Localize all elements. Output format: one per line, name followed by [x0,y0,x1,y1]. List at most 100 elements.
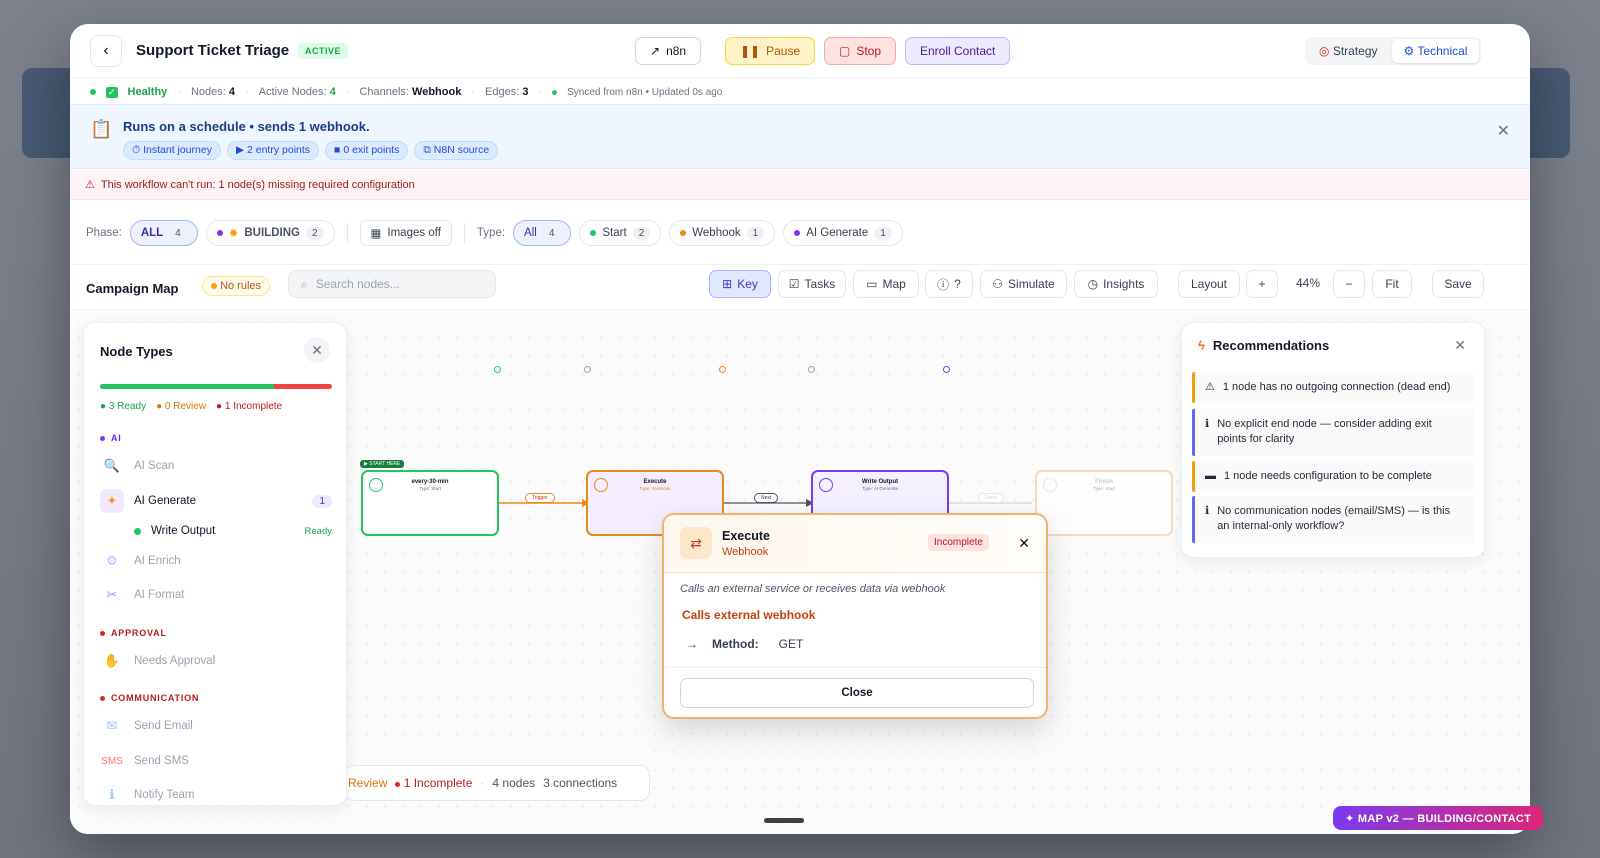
enroll-contact-button[interactable]: Enroll Contact [905,37,1011,65]
zoom-in-button[interactable]: + [1246,270,1278,298]
summary-banner: 📋 Runs on a schedule • sends 1 webhook. … [70,104,1530,169]
tab-strategy[interactable]: ◎ Strategy [1307,39,1390,63]
key-button[interactable]: ⊞ Key [709,270,771,298]
type-filter-webhook[interactable]: Webhook 1 [669,220,776,246]
close-popup-icon[interactable]: ✕ [1018,535,1030,552]
help-label: ? [954,277,961,291]
drag-handle[interactable] [764,818,804,823]
flow-node-type: Type: Webhook [639,486,671,491]
flow-node-finish[interactable]: Finish Type: Start [1035,470,1173,536]
external-link-icon: ↗ [650,44,661,58]
fit-button[interactable]: Fit [1372,270,1412,298]
enrich-icon: ⚙ [106,553,118,568]
node-type-needs-approval[interactable]: ✋ Needs Approval [100,648,332,674]
save-button[interactable]: Save [1432,270,1484,298]
open-n8n-button[interactable]: ↗ n8n [635,37,702,65]
phase-all-label: ALL [140,227,164,239]
type-filter-ai-generate[interactable]: AI Generate 1 [783,220,903,246]
close-node-types-button[interactable]: ✕ [304,337,330,363]
scan-icon: 🔍 [103,458,121,473]
legend-ready: ● 3 Ready [100,401,147,412]
node-type-count: 1 [312,494,332,508]
warning-text: This workflow can't run: 1 node(s) missi… [100,178,415,191]
node-write-output[interactable]: Write Output Ready [100,518,332,544]
stop-button[interactable]: ▢ Stop [824,37,897,65]
node-type-send-email[interactable]: ✉ Send Email [100,713,332,739]
pause-icon: ❚❚ [740,44,761,58]
edge-label-next: Next [754,493,779,503]
enroll-contact-label: Enroll Contact [920,44,996,58]
start-here-tag: ▶ START HERE [360,460,405,468]
node-type-ai-generate[interactable]: ✦ AI Generate 1 [100,488,332,514]
chevron-left-icon: ‹ [103,42,109,59]
flow-node-every-30-min[interactable]: every-30-min Type: Start [361,470,499,536]
node-type-ai-enrich[interactable]: ⚙ AI Enrich [100,548,332,574]
help-icon: ⓘ [937,277,950,292]
popup-node-name: Execute [722,529,770,543]
phase-filter-building[interactable]: ✸ BUILDING 2 [205,220,335,246]
pause-button[interactable]: ❚❚ Pause [725,37,816,65]
recommendation-item[interactable]: ▬ 1 node needs configuration to be compl… [1192,461,1474,493]
zoom-out-button[interactable]: − [1333,270,1365,298]
map-toolbar: Campaign Map No rules ⌕ Search nodes... … [70,264,1530,310]
node-type-ai-format[interactable]: ✂ AI Format [100,582,332,608]
close-recommendations-icon[interactable]: ✕ [1454,337,1466,354]
map-summary-bar: 0 Review 1 Incomplete · 4 nodes 3 connec… [338,765,650,801]
recommendation-item[interactable]: ℹ No communication nodes (email/SMS) — i… [1192,496,1474,543]
recommendation-item[interactable]: ⚠ 1 node has no outgoing connection (dea… [1192,372,1474,404]
tab-technical-label: Technical [1417,44,1468,58]
lane-dot-icon [943,366,950,373]
flow-node-name: Finish [1095,479,1113,485]
help-button[interactable]: ⓘ? [925,270,973,298]
layout-label: Layout [1190,277,1228,291]
type-start-label: Start [602,227,627,239]
type-filter-start[interactable]: Start 2 [579,220,662,246]
sync-status: Synced from n8n • Updated 0s ago [567,86,723,98]
flow-node-type: Type: AI Generate [861,486,899,491]
recommendation-item[interactable]: ℹ No explicit end node — consider adding… [1192,409,1474,456]
info-icon: ℹ [1205,418,1210,430]
simulate-button[interactable]: ⚇ Simulate [980,270,1067,298]
popup-headline: Calls external webhook [682,608,816,622]
node-type-ai-scan[interactable]: 🔍 AI Scan [100,453,332,479]
type-filter-all[interactable]: All 4 [513,220,572,246]
search-nodes-input[interactable]: ⌕ Search nodes... [288,270,496,298]
type-ai-generate-label: AI Generate [806,227,869,239]
campaign-map-title: Campaign Map [86,281,179,296]
node-type-notify-team[interactable]: ℹ Notify Team [100,782,332,805]
phase-building-label: BUILDING [244,227,300,239]
phase-all-count: 4 [169,226,187,240]
recommendation-text: 1 node needs configuration to be complet… [1224,470,1432,482]
node-type-send-sms[interactable]: SMS Send SMS [100,748,332,774]
back-button[interactable]: ‹ [90,35,122,67]
popup-method: → Method: GET [686,637,803,651]
recommendations-title: ϟ Recommendations [1198,338,1330,353]
edge-label-done: Done [978,493,1004,503]
flow-node-type: Type: Start [419,486,441,491]
node-detail-popup: ⇄ Execute Webhook Incomplete ✕ Calls an … [662,513,1048,719]
ai-generate-dot-icon [794,230,801,236]
tasks-button[interactable]: ☑ Tasks [778,270,846,298]
edges-stat: Edges: 3 [485,86,529,98]
no-rules-dot-icon [211,283,217,289]
insights-button[interactable]: ◷ Insights [1074,270,1158,298]
popup-close-button[interactable]: Close [680,678,1034,708]
recommendation-text: No communication nodes (email/SMS) — is … [1217,505,1451,533]
warning-icon: ⚠ [1205,381,1215,393]
tab-technical[interactable]: ⚙ Technical [1391,39,1480,63]
phase-filter-all[interactable]: ALL 4 [129,220,198,246]
layout-button[interactable]: Layout [1178,270,1240,298]
popup-description: Calls an external service or receives da… [680,583,946,595]
type-all-count: 4 [542,226,561,240]
node-type-label: AI Generate [134,495,197,507]
incomplete-badge: Incomplete [928,534,989,551]
node-label: Write Output [151,525,216,537]
gear-icon: ⚙ [1403,44,1415,58]
images-toggle[interactable]: ▦ Images off [359,220,452,246]
chip-source: ⧉ N8N source [414,141,499,160]
simulate-label: Simulate [1008,277,1055,291]
close-banner-icon[interactable]: ✕ [1497,121,1510,141]
node-status: Ready [304,525,332,537]
pause-label: Pause [766,44,801,58]
map-button[interactable]: ▭ Map [853,270,919,298]
